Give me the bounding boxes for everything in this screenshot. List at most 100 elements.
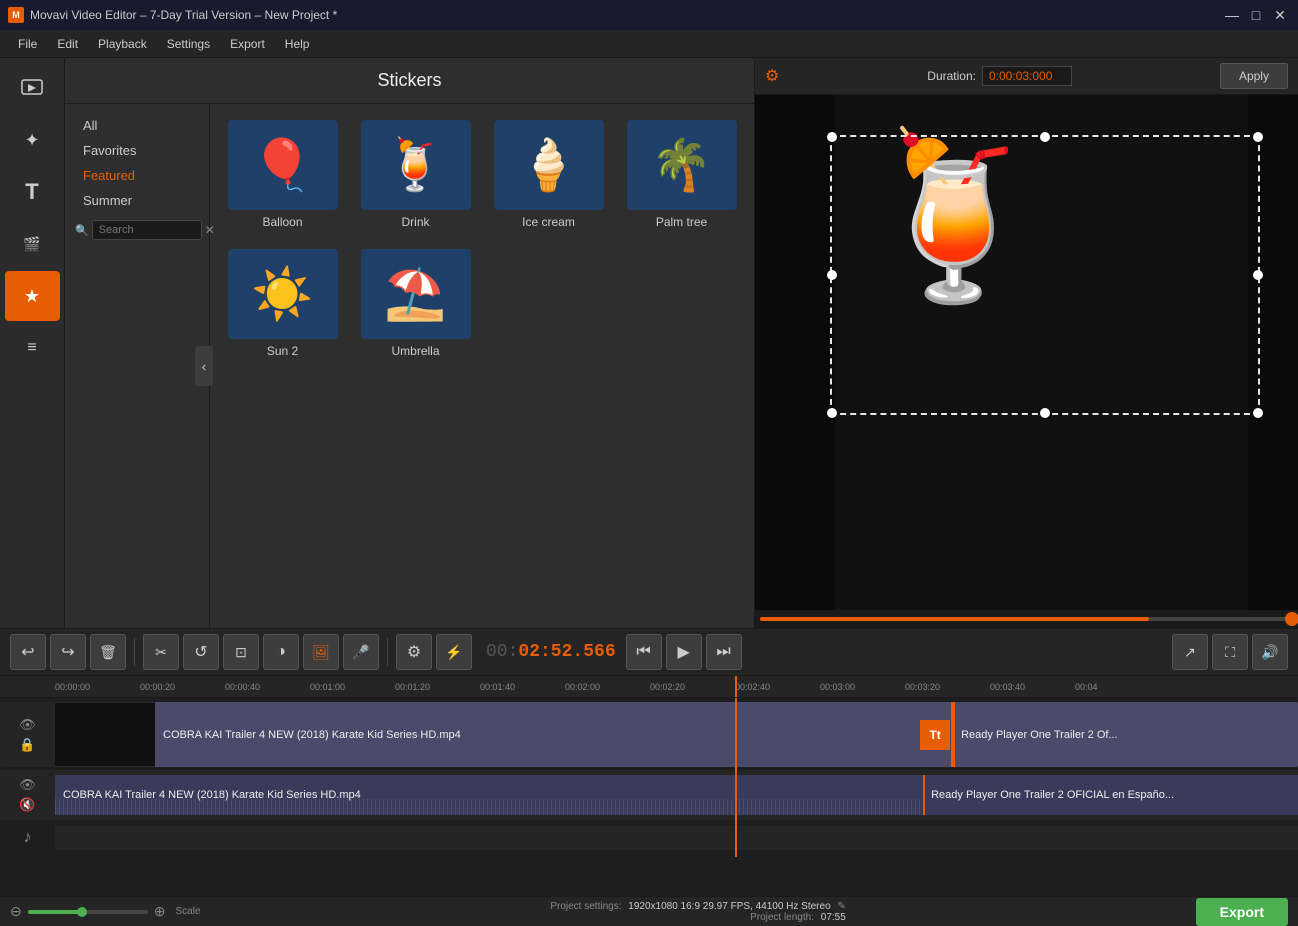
tool-import[interactable] bbox=[5, 63, 60, 113]
menu-edit[interactable]: Edit bbox=[47, 33, 88, 55]
project-info: Project settings: 1920x1080 16:9 29.97 F… bbox=[550, 901, 845, 923]
sticker-drink-thumb: 🍹 bbox=[361, 120, 471, 210]
sticker-balloon[interactable]: 🎈 Balloon bbox=[220, 114, 345, 235]
audio-eye-icon[interactable]: 👁 bbox=[19, 777, 36, 793]
sticker-sun2-thumb: ☀️ bbox=[228, 249, 338, 339]
delete-button[interactable]: 🗑 bbox=[90, 634, 126, 670]
audio-track-section2: Ready Player One Trailer 2 OFICIAL en Es… bbox=[925, 775, 1298, 815]
tool-more[interactable]: ≡ bbox=[5, 323, 60, 373]
tool-transitions[interactable]: ✦ bbox=[5, 115, 60, 165]
scale-thumb[interactable] bbox=[77, 907, 87, 917]
sticker-palmtree-thumb: 🌴 bbox=[627, 120, 737, 210]
close-button[interactable]: ✕ bbox=[1270, 5, 1290, 25]
separator-1 bbox=[134, 638, 135, 666]
search-icon: 🔍 bbox=[75, 224, 89, 237]
minimize-button[interactable]: — bbox=[1222, 5, 1242, 25]
play-button[interactable]: ▶ bbox=[666, 634, 702, 670]
cat-summer[interactable]: Summer bbox=[75, 189, 199, 212]
sticker-umbrella-label: Umbrella bbox=[391, 344, 439, 358]
scale-fill bbox=[28, 910, 82, 914]
maximize-button[interactable]: □ bbox=[1246, 5, 1266, 25]
undo-button[interactable]: ↩ bbox=[10, 634, 46, 670]
eye-icon[interactable]: 👁 bbox=[19, 717, 36, 733]
filter-button[interactable]: ⚡ bbox=[436, 634, 472, 670]
progress-track[interactable] bbox=[760, 617, 1293, 621]
settings-button[interactable]: ⚙ bbox=[396, 634, 432, 670]
progress-thumb[interactable] bbox=[1285, 612, 1298, 626]
share-button[interactable]: ↗ bbox=[1172, 634, 1208, 670]
text-marker: Tt bbox=[920, 720, 950, 750]
color-button[interactable]: ◑ bbox=[263, 634, 299, 670]
stickers-title: Stickers bbox=[65, 58, 754, 104]
track-1-content[interactable]: COBRA KAI Trailer 4 NEW (2018) Karate Ki… bbox=[155, 702, 1298, 767]
redo2-button[interactable]: ↺ bbox=[183, 634, 219, 670]
sticker-sun2[interactable]: ☀️ Sun 2 bbox=[220, 243, 345, 364]
sticker-icecream[interactable]: 🍦 Ice cream bbox=[486, 114, 611, 235]
window-controls: — □ ✕ bbox=[1222, 5, 1290, 25]
cat-all[interactable]: All bbox=[75, 114, 199, 137]
export-button[interactable]: Export bbox=[1196, 898, 1288, 926]
apply-button[interactable]: Apply bbox=[1220, 63, 1288, 89]
video-preview: 🍹 bbox=[755, 95, 1298, 610]
tool-stickers[interactable]: ★ bbox=[5, 271, 60, 321]
cat-featured[interactable]: Featured bbox=[75, 164, 199, 187]
search-input[interactable] bbox=[92, 220, 202, 240]
volume-button[interactable]: 🔊 bbox=[1252, 634, 1288, 670]
audio-mute-icon[interactable]: 🔇 bbox=[19, 797, 35, 813]
crop-button[interactable]: ⊡ bbox=[223, 634, 259, 670]
audio-track-label: COBRA KAI Trailer 4 NEW (2018) Karate Ki… bbox=[63, 789, 361, 801]
preview-panel: ⚙ Duration: Apply 🍹 bbox=[755, 58, 1298, 628]
fullscreen-button[interactable]: ⛶ bbox=[1212, 634, 1248, 670]
sticker-palmtree[interactable]: 🌴 Palm tree bbox=[619, 114, 744, 235]
menu-bar: File Edit Playback Settings Export Help bbox=[0, 30, 1298, 58]
project-settings-label: Project settings: bbox=[550, 901, 621, 912]
time-prefix: 00: bbox=[486, 642, 518, 662]
audio-track-content[interactable]: COBRA KAI Trailer 4 NEW (2018) Karate Ki… bbox=[55, 775, 1298, 815]
menu-playback[interactable]: Playback bbox=[88, 33, 157, 55]
scale-slider-track[interactable] bbox=[28, 910, 148, 914]
project-settings-row: Project settings: 1920x1080 16:9 29.97 F… bbox=[550, 901, 845, 912]
track-controls-video: 👁 🔒 bbox=[0, 714, 55, 756]
ruler-mark-3: 00:01:00 bbox=[310, 682, 345, 692]
duration-input[interactable] bbox=[982, 66, 1072, 86]
project-length-label: Project length: bbox=[750, 912, 814, 923]
music-track-controls: ♪ bbox=[0, 829, 55, 847]
ruler-mark-5: 00:01:40 bbox=[480, 682, 515, 692]
sticker-drink[interactable]: 🍹 Drink bbox=[353, 114, 478, 235]
settings-gear-icon: ⚙ bbox=[765, 66, 779, 86]
time-display: 02:52.566 bbox=[518, 642, 615, 662]
redo-button[interactable]: ↪ bbox=[50, 634, 86, 670]
ruler-mark-10: 00:03:20 bbox=[905, 682, 940, 692]
timeline-controls: ↩ ↪ 🗑 ✂ ↺ ⊡ ◑ 🖼 🎤 ⚙ ⚡ 00: 02:52.566 ⏮ ▶ … bbox=[0, 628, 1298, 676]
app-icon: M bbox=[8, 7, 24, 23]
collapse-panel-button[interactable]: ‹ bbox=[195, 346, 213, 386]
skip-back-button[interactable]: ⏮ bbox=[626, 634, 662, 670]
cut-button[interactable]: ✂ bbox=[143, 634, 179, 670]
mic-button[interactable]: 🎤 bbox=[343, 634, 379, 670]
main-area: ✦ T 🎬 ★ ≡ Stickers All Favorites Feature… bbox=[0, 58, 1298, 628]
video-track-1: 👁 🔒 COBRA KAI Trailer 4 NEW (2018) Karat… bbox=[0, 702, 1298, 767]
menu-file[interactable]: File bbox=[8, 33, 47, 55]
image-button[interactable]: 🖼 bbox=[303, 634, 339, 670]
sticker-drink-label: Drink bbox=[401, 215, 429, 229]
skip-forward-button[interactable]: ⏭ bbox=[706, 634, 742, 670]
tool-filters[interactable]: 🎬 bbox=[5, 219, 60, 269]
menu-help[interactable]: Help bbox=[275, 33, 320, 55]
sticker-umbrella[interactable]: ⛱️ Umbrella bbox=[353, 243, 478, 364]
cat-favorites[interactable]: Favorites bbox=[75, 139, 199, 162]
project-settings-value: 1920x1080 16:9 29.97 FPS, 44100 Hz Stere… bbox=[628, 901, 830, 912]
menu-export[interactable]: Export bbox=[220, 33, 275, 55]
menu-settings[interactable]: Settings bbox=[157, 33, 220, 55]
audio-track-section2-label: Ready Player One Trailer 2 OFICIAL en Es… bbox=[931, 789, 1174, 801]
stickers-content: All Favorites Featured Summer 🔍 ✕ ‹ 🎈 Ba… bbox=[65, 104, 754, 628]
sticker-umbrella-thumb: ⛱️ bbox=[361, 249, 471, 339]
progress-fill bbox=[760, 617, 1149, 621]
track-1-section2: Ready Player One Trailer 2 Of... bbox=[955, 702, 1298, 767]
tool-titles[interactable]: T bbox=[5, 167, 60, 217]
ruler-mark-1: 00:00:20 bbox=[140, 682, 175, 692]
lock-icon[interactable]: 🔒 bbox=[19, 737, 35, 753]
playhead-ruler bbox=[735, 676, 737, 697]
track-1-label: COBRA KAI Trailer 4 NEW (2018) Karate Ki… bbox=[163, 729, 461, 741]
progress-bar-container[interactable] bbox=[755, 610, 1298, 628]
edit-settings-icon[interactable]: ✎ bbox=[837, 901, 845, 912]
